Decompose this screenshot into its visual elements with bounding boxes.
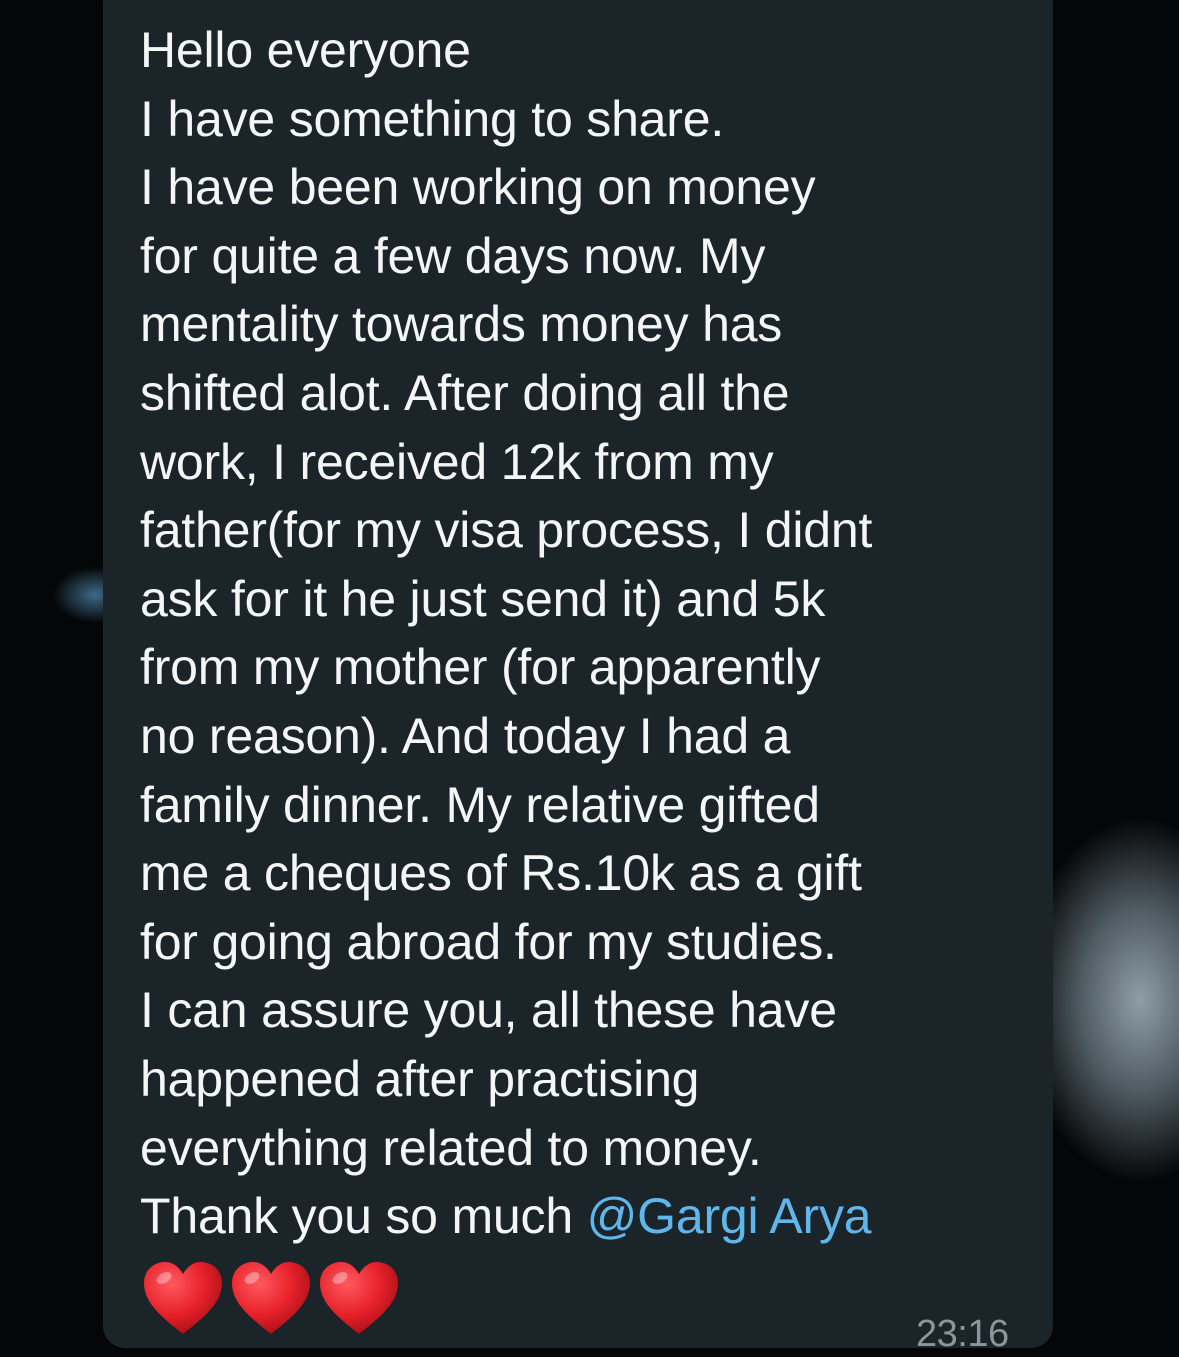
- red-heart-icon: [320, 1262, 398, 1334]
- message-timestamp: 23:16: [916, 1313, 1009, 1355]
- red-heart-icon: [144, 1262, 222, 1334]
- heart-emoji-row: [140, 1258, 402, 1338]
- message-body: Hello everyone I have something to share…: [140, 22, 873, 1245]
- red-heart-icon: [232, 1262, 310, 1334]
- mention-link[interactable]: @Gargi Arya: [587, 1188, 872, 1244]
- message-text: Hello everyone I have something to share…: [140, 16, 1030, 1251]
